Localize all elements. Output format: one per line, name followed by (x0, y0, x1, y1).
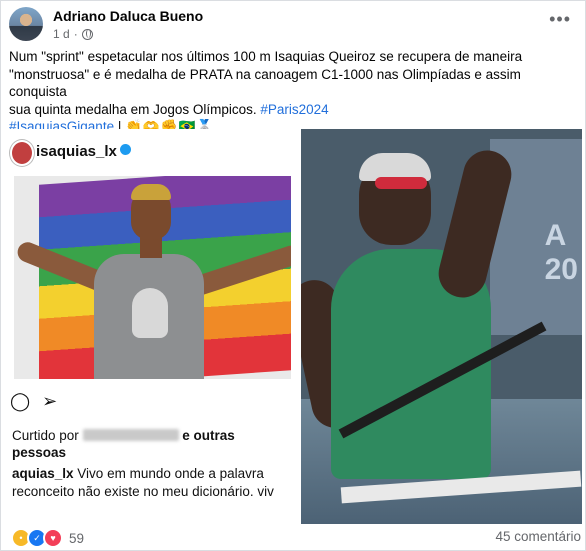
caption-line1: Vivo em mundo onde a palavra (73, 466, 264, 481)
blurred-username (82, 429, 179, 441)
instagram-photo (14, 176, 291, 379)
post-text-line2: "monstruosa" e é medalha de PRATA na can… (9, 66, 521, 100)
share-icon: ➢ (42, 391, 58, 411)
instagram-actions: ◯ ➢ (10, 391, 57, 412)
verified-badge-icon (119, 144, 131, 155)
caption-username: aquias_lx (12, 466, 74, 481)
media-image-left[interactable]: isaquias_lx ◯ ➢ Curtido por e outras pes… (2, 129, 298, 524)
more-options-icon[interactable]: ••• (549, 9, 571, 30)
liked-line2: pessoas (12, 445, 67, 460)
media-image-right[interactable]: A 20 (301, 129, 582, 524)
instagram-username-row: isaquias_lx (36, 143, 131, 160)
post-text-line1: Num "sprint" espetacular nos últimos 100… (9, 49, 523, 64)
sunglasses (375, 177, 427, 189)
post-meta: 1 d · (53, 27, 93, 41)
hashtag-paris2024[interactable]: #Paris2024 (260, 102, 328, 117)
scoreboard-text: A 20 (544, 219, 578, 286)
reaction-count: 59 (69, 530, 85, 546)
comment-icon: ◯ (10, 391, 31, 411)
post-time[interactable]: 1 d (53, 27, 70, 41)
post-text: Num "sprint" espetacular nos últimos 100… (9, 48, 574, 136)
praying-hands-print (132, 288, 168, 338)
instagram-username: isaquias_lx (36, 143, 117, 160)
liked-prefix: Curtido por (12, 428, 83, 443)
meta-separator: · (73, 27, 78, 41)
instagram-caption: aquias_lx Vivo em mundo onde a palavra r… (12, 465, 298, 501)
reactions-summary[interactable]: • ✓ ♥ 59 (11, 528, 84, 548)
comments-count[interactable]: 45 comentário (495, 529, 581, 544)
instagram-avatar (10, 140, 34, 166)
author-name[interactable]: Adriano Daluca Bueno (53, 8, 203, 24)
love-reaction-icon: ♥ (43, 528, 63, 548)
caption-line2: reconceito não existe no meu dicionário.… (12, 484, 274, 499)
blond-hair (131, 184, 171, 200)
facebook-post: Adriano Daluca Bueno 1 d · ••• Num "spri… (0, 0, 586, 551)
author-avatar[interactable] (9, 7, 43, 41)
liked-suffix: e outras (178, 428, 235, 443)
globe-icon (81, 28, 93, 40)
instagram-liked-by: Curtido por e outras pessoas (12, 427, 292, 461)
post-text-line3: sua quinta medalha em Jogos Olímpicos. (9, 101, 261, 117)
